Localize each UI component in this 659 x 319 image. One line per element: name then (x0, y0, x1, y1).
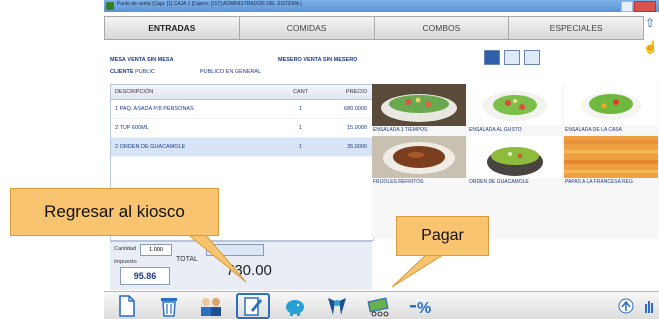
kiosk-callout-pointer (183, 231, 247, 283)
callout-pagar: Pagar (396, 216, 489, 256)
pay-callout-pointer (391, 252, 448, 288)
callout-pointers (183, 231, 448, 288)
callout-regresar-kiosco: Regresar al kiosco (10, 188, 219, 236)
